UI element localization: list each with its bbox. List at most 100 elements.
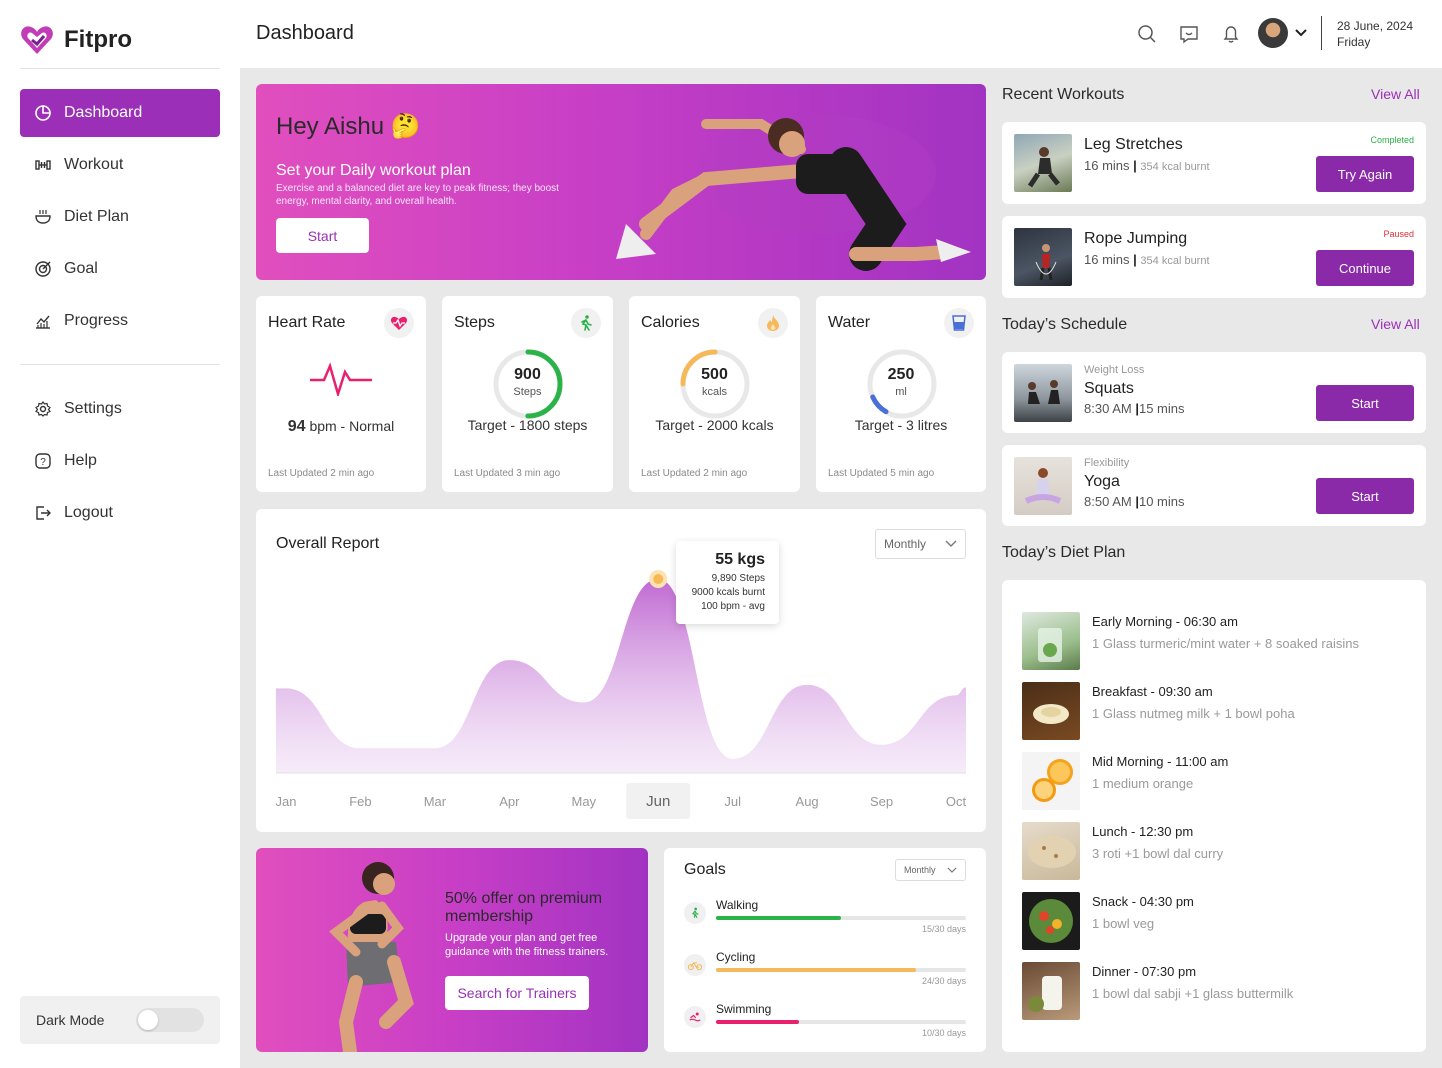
roti-image	[1022, 822, 1080, 880]
workout-meta: 16 mins | 354 kcal burnt	[1084, 252, 1210, 267]
goal-days: 15/30 days	[921, 924, 966, 934]
mint-water-image	[1022, 612, 1080, 670]
sidebar-item-progress[interactable]: Progress	[20, 297, 220, 345]
schedule-category: Flexibility	[1084, 457, 1130, 469]
schedule-title: Today’s Schedule	[1002, 316, 1128, 333]
greeting-text: Hey Aishu	[276, 113, 385, 140]
chart-tooltip: 55 kgs 9,890 Steps 9000 kcals burnt 100 …	[676, 541, 779, 624]
goal-cycling: Cycling 24/30 days	[684, 950, 966, 994]
diet-item[interactable]: Mid Morning - 11:00 am 1 medium orange	[1022, 752, 1402, 810]
workout-item: Leg Stretches 16 mins | 354 kcal burnt C…	[1002, 122, 1426, 204]
diet-item[interactable]: Breakfast - 09:30 am 1 Glass nutmeg milk…	[1022, 682, 1402, 740]
sidebar-item-goal[interactable]: Goal	[20, 245, 220, 293]
x-tick-label[interactable]: Jul	[724, 794, 741, 809]
report-area	[276, 579, 966, 773]
yoga-start-button[interactable]: Start	[1316, 478, 1414, 514]
cycling-icon	[684, 954, 706, 976]
sidebar-item-diet-plan[interactable]: Diet Plan	[20, 193, 220, 241]
diet-meal: Breakfast - 09:30 am	[1092, 684, 1213, 699]
schedule-item: Weight Loss Squats 8:30 AM |15 mins Star…	[1002, 352, 1426, 433]
logout-icon	[36, 506, 51, 520]
sidebar-item-dashboard[interactable]: Dashboard	[20, 89, 220, 137]
sidebar-item-label: Dashboard	[64, 104, 143, 121]
x-tick-label[interactable]: May	[571, 794, 596, 809]
calories-value: 500	[701, 366, 728, 383]
x-tick-label[interactable]: Sep	[870, 794, 893, 809]
sidebar-item-label: Workout	[64, 156, 124, 173]
schedule-time: 8:50 AM |10 mins	[1084, 494, 1185, 509]
day-text: Friday	[1337, 35, 1371, 49]
sidebar: Fitpro Dashboard Workout Diet Plan Goal …	[0, 0, 240, 1068]
steps-target: Target - 1800 steps	[467, 417, 588, 433]
x-tick-label[interactable]: Mar	[424, 794, 447, 809]
goal-fill	[716, 916, 841, 920]
x-tick-label[interactable]: Aug	[796, 794, 819, 809]
dark-mode-toggle[interactable]	[136, 1008, 204, 1032]
avatar[interactable]	[1258, 18, 1288, 48]
last-updated: Last Updated 5 min ago	[828, 468, 935, 479]
card-title: Calories	[641, 314, 700, 331]
diet-desc: 1 medium orange	[1092, 776, 1194, 791]
x-tick-label[interactable]: Jun	[646, 793, 670, 810]
goals-period-dropdown[interactable]: Monthly	[895, 859, 966, 881]
app-name: Fitpro	[64, 26, 132, 53]
last-updated: Last Updated 2 min ago	[641, 468, 748, 479]
workout-mins: 16 mins	[1084, 252, 1130, 267]
chevron-down-icon	[947, 867, 957, 873]
search-trainers-button[interactable]: Search for Trainers	[445, 976, 589, 1010]
sidebar-item-help[interactable]: ? Help	[20, 437, 220, 485]
hero-start-button[interactable]: Start	[276, 218, 369, 253]
card-title: Water	[828, 314, 871, 331]
diet-desc: 3 roti +1 bowl dal curry	[1092, 846, 1224, 861]
x-tick-label[interactable]: Jan	[276, 794, 297, 809]
workout-item: Rope Jumping 16 mins | 354 kcal burnt Pa…	[1002, 216, 1426, 298]
calories-target: Target - 2000 kcals	[655, 417, 774, 433]
tooltip-value: 55 kgs	[715, 551, 765, 568]
squats-start-button[interactable]: Start	[1316, 385, 1414, 421]
dumbbell-icon	[35, 160, 51, 170]
bell-icon[interactable]	[1221, 24, 1241, 44]
continue-button[interactable]: Continue	[1316, 250, 1414, 286]
chat-icon[interactable]	[1179, 24, 1199, 44]
duration-text: 15 mins	[1138, 401, 1185, 416]
gear-icon	[35, 401, 51, 417]
goal-track	[716, 968, 966, 972]
sidebar-item-logout[interactable]: Logout	[20, 489, 220, 537]
workout-kcal: 354 kcal burnt	[1140, 161, 1210, 173]
diet-item[interactable]: Early Morning - 06:30 am 1 Glass turmeri…	[1022, 612, 1402, 670]
duration-text: 10 mins	[1138, 494, 1185, 509]
highlight-point[interactable]	[653, 574, 664, 584]
diet-item[interactable]: Lunch - 12:30 pm 3 roti +1 bowl dal curr…	[1022, 822, 1402, 880]
water-progress-ring	[867, 349, 937, 419]
recent-workouts-view-all[interactable]: View All	[1371, 86, 1420, 102]
sidebar-item-settings[interactable]: Settings	[20, 385, 220, 433]
chart-icon	[36, 315, 50, 329]
calories-unit: kcals	[701, 386, 728, 398]
diet-meal: Snack - 04:30 pm	[1092, 894, 1194, 909]
try-again-button[interactable]: Try Again	[1316, 156, 1414, 192]
pulse-line-icon	[310, 362, 372, 396]
x-tick-label[interactable]: Apr	[499, 794, 520, 809]
logo[interactable]: Fitpro	[20, 24, 132, 56]
dropdown-value: Monthly	[904, 865, 936, 875]
x-tick-label[interactable]: Oct	[946, 794, 967, 809]
goals-title: Goals	[684, 861, 726, 878]
sidebar-item-workout[interactable]: Workout	[20, 141, 220, 189]
diet-item[interactable]: Dinner - 07:30 pm 1 bowl dal sabji +1 gl…	[1022, 962, 1402, 1020]
help-icon: ?	[35, 453, 51, 469]
diet-item[interactable]: Snack - 04:30 pm 1 bowl veg	[1022, 892, 1402, 950]
goal-track	[716, 916, 966, 920]
report-area-chart[interactable]: Jan Feb Mar Apr May Jun Jul Aug Sep Oct	[256, 509, 986, 832]
last-updated: Last Updated 3 min ago	[454, 468, 561, 479]
nutmeg-milk-image	[1022, 682, 1080, 740]
x-tick-label[interactable]: Feb	[349, 794, 371, 809]
goal-track	[716, 1020, 966, 1024]
chevron-down-icon[interactable]	[1294, 26, 1308, 40]
search-icon[interactable]	[1137, 24, 1157, 44]
hero-subtitle: Set your Daily workout plan	[276, 162, 471, 179]
sidebar-item-label: Goal	[64, 260, 98, 277]
tooltip-bpm: 100 bpm - avg	[701, 601, 765, 612]
workout-kcal: 354 kcal burnt	[1140, 255, 1210, 267]
diet-desc: 1 bowl dal sabji +1 glass buttermilk	[1092, 986, 1294, 1001]
schedule-view-all[interactable]: View All	[1371, 316, 1420, 332]
